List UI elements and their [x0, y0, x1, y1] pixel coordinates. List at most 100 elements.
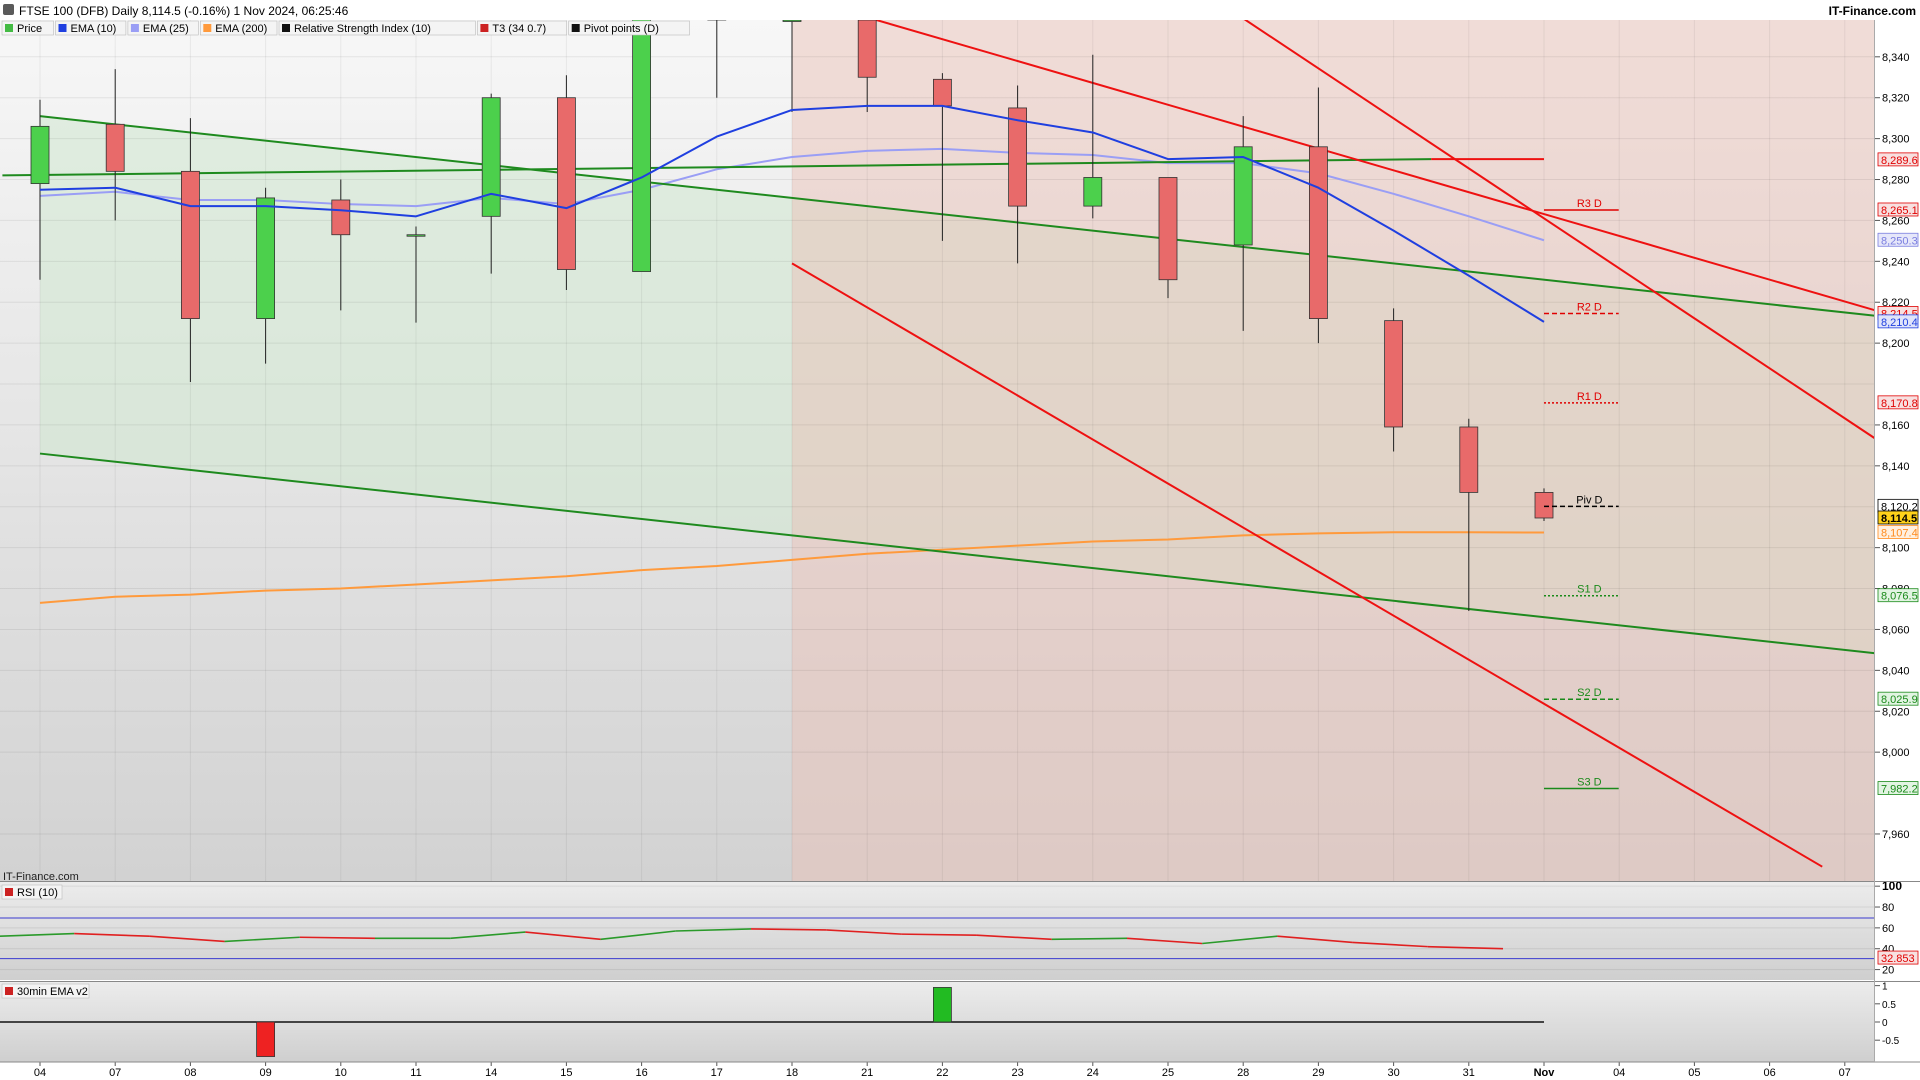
price-tag[interactable]: 8,289.6	[1877, 152, 1919, 167]
emav2-legend-icon	[5, 987, 13, 995]
pivot-label: R2 D	[1577, 301, 1602, 313]
candle-body[interactable]	[782, 20, 802, 22]
legend-item-label: EMA (25)	[143, 23, 189, 35]
x-tick-label: 22	[936, 1067, 948, 1079]
legend-item-label: T3 (34 0.7)	[492, 23, 546, 35]
candle-body[interactable]	[857, 20, 877, 78]
legend-item[interactable]: EMA (200)	[200, 20, 278, 36]
y-tick-label: 8,300	[1882, 134, 1910, 146]
candle-body[interactable]	[1233, 146, 1253, 246]
candle[interactable]	[557, 75, 576, 290]
candle-body[interactable]	[1459, 426, 1479, 493]
candle-body[interactable]	[933, 78, 952, 107]
price-tag-label: 8,210.4	[1881, 317, 1918, 329]
emav2-y-tick-label: 0	[1882, 1018, 1888, 1029]
x-tick-label: 29	[1312, 1067, 1324, 1079]
candle-body[interactable]	[256, 197, 276, 319]
price-tag-label: 8,114.5	[1881, 513, 1917, 525]
y-tick-label: 8,280	[1882, 175, 1910, 187]
legend-item[interactable]: EMA (10)	[55, 20, 127, 36]
legend-item-label: Pivot points (D)	[584, 23, 659, 35]
x-tick-label: 07	[109, 1067, 121, 1079]
y-tick-label: 8,200	[1882, 338, 1910, 350]
candle[interactable]	[1158, 177, 1178, 299]
x-tick-label: 23	[1011, 1067, 1023, 1079]
price-tag[interactable]: 8,170.8	[1877, 395, 1919, 410]
emav2-bar[interactable]	[256, 1021, 276, 1057]
legend-item-label: EMA (200)	[215, 23, 267, 35]
legend-item[interactable]: EMA (25)	[127, 20, 199, 36]
price-tag-label: 8,107.4	[1881, 528, 1918, 540]
price-tag[interactable]: 8,250.3	[1877, 232, 1919, 247]
price-tag[interactable]: 8,025.9	[1877, 691, 1919, 706]
candle-body[interactable]	[1083, 177, 1103, 207]
legend-item-swatch	[130, 24, 139, 32]
x-tick-label: 14	[485, 1067, 497, 1079]
legend-item-label: Relative Strength Index (10)	[294, 23, 431, 35]
candle-body[interactable]	[406, 234, 426, 237]
candle-body[interactable]	[331, 199, 351, 236]
brand-label[interactable]: IT-Finance.com	[1829, 4, 1916, 18]
rsi-last-value-label: 32.853	[1881, 953, 1915, 965]
emav2-legend-label: 30min EMA v2	[17, 986, 88, 998]
pivot-label: Piv D	[1576, 494, 1602, 506]
pivot-label: R3 D	[1577, 198, 1602, 210]
candle-body[interactable]	[1309, 146, 1328, 319]
y-tick-label: 8,000	[1882, 747, 1910, 759]
emav2-y-tick-label: -0.5	[1882, 1036, 1900, 1047]
candle-body[interactable]	[1384, 320, 1403, 428]
legend-item[interactable]: Relative Strength Index (10)	[278, 20, 476, 36]
emav2-y-tick-label: 0.5	[1882, 1000, 1896, 1011]
x-tick-label: 24	[1087, 1067, 1099, 1079]
candle-body[interactable]	[481, 97, 501, 217]
price-tag[interactable]: 8,114.5	[1877, 510, 1919, 525]
price-tag-label: 8,170.8	[1881, 398, 1918, 410]
legend-item-swatch	[5, 24, 13, 32]
candle[interactable]	[632, 12, 651, 272]
pivot-label: S2 D	[1577, 687, 1602, 699]
candle[interactable]	[1534, 488, 1554, 522]
price-tag[interactable]: 8,076.5	[1877, 588, 1919, 603]
x-tick-label: 09	[259, 1067, 271, 1079]
rsi-line-segment	[750, 928, 827, 931]
x-tick-label: 21	[861, 1067, 873, 1079]
price-tag-label: 7,982.2	[1881, 784, 1918, 796]
x-tick-label: 28	[1237, 1067, 1249, 1079]
x-tick-label: 25	[1162, 1067, 1174, 1079]
candle-body[interactable]	[1534, 492, 1554, 519]
rsi-legend[interactable]: RSI (10)	[1, 884, 63, 900]
legend-item[interactable]: Price	[1, 20, 54, 36]
legend-item-label: EMA (10)	[71, 23, 117, 35]
price-tag[interactable]: 8,210.4	[1877, 314, 1919, 329]
pivot-label: R1 D	[1577, 391, 1602, 403]
y-tick-label: 8,260	[1882, 215, 1910, 227]
candle-body[interactable]	[105, 123, 125, 172]
candle-body[interactable]	[30, 125, 50, 185]
pivot-label: S3 D	[1577, 777, 1602, 789]
y-tick-label: 8,320	[1882, 93, 1910, 105]
x-tick-label: 04	[34, 1067, 46, 1079]
candle-body[interactable]	[1008, 107, 1027, 207]
legend-item[interactable]: T3 (34 0.7)	[477, 20, 567, 36]
rsi-line-segment	[901, 933, 977, 936]
candle-body[interactable]	[1158, 177, 1178, 281]
candle-body[interactable]	[557, 97, 576, 270]
legend[interactable]: Price EMA (10) EMA (25) EMA (200) Relative S…	[1, 20, 690, 36]
emav2-bar[interactable]	[933, 987, 952, 1023]
x-tick-label: 10	[335, 1067, 347, 1079]
legend-item[interactable]: Pivot points (D)	[568, 20, 690, 36]
candle-body[interactable]	[632, 12, 651, 272]
chart-svg[interactable]: R3 D R2 D R1 D Piv D S1 D S2 D S3 D 7,960 8,000…	[0, 0, 1920, 1080]
price-tag[interactable]: 8,265.1	[1877, 202, 1919, 217]
price-tag[interactable]: 8,107.4	[1877, 525, 1919, 540]
rsi-last-value[interactable]: 32.853	[1877, 950, 1919, 965]
y-tick-label: 8,100	[1882, 543, 1910, 555]
y-tick-label: 8,060	[1882, 624, 1910, 636]
emav2-legend[interactable]: 30min EMA v2	[1, 983, 90, 999]
y-tick-label: 8,340	[1882, 52, 1910, 64]
x-tick-label: 18	[786, 1067, 798, 1079]
rsi-y-tick-label: 20	[1882, 965, 1894, 977]
x-tick-label: 06	[1763, 1067, 1775, 1079]
price-tag[interactable]: 7,982.2	[1877, 781, 1919, 796]
candle-body[interactable]	[180, 170, 200, 319]
